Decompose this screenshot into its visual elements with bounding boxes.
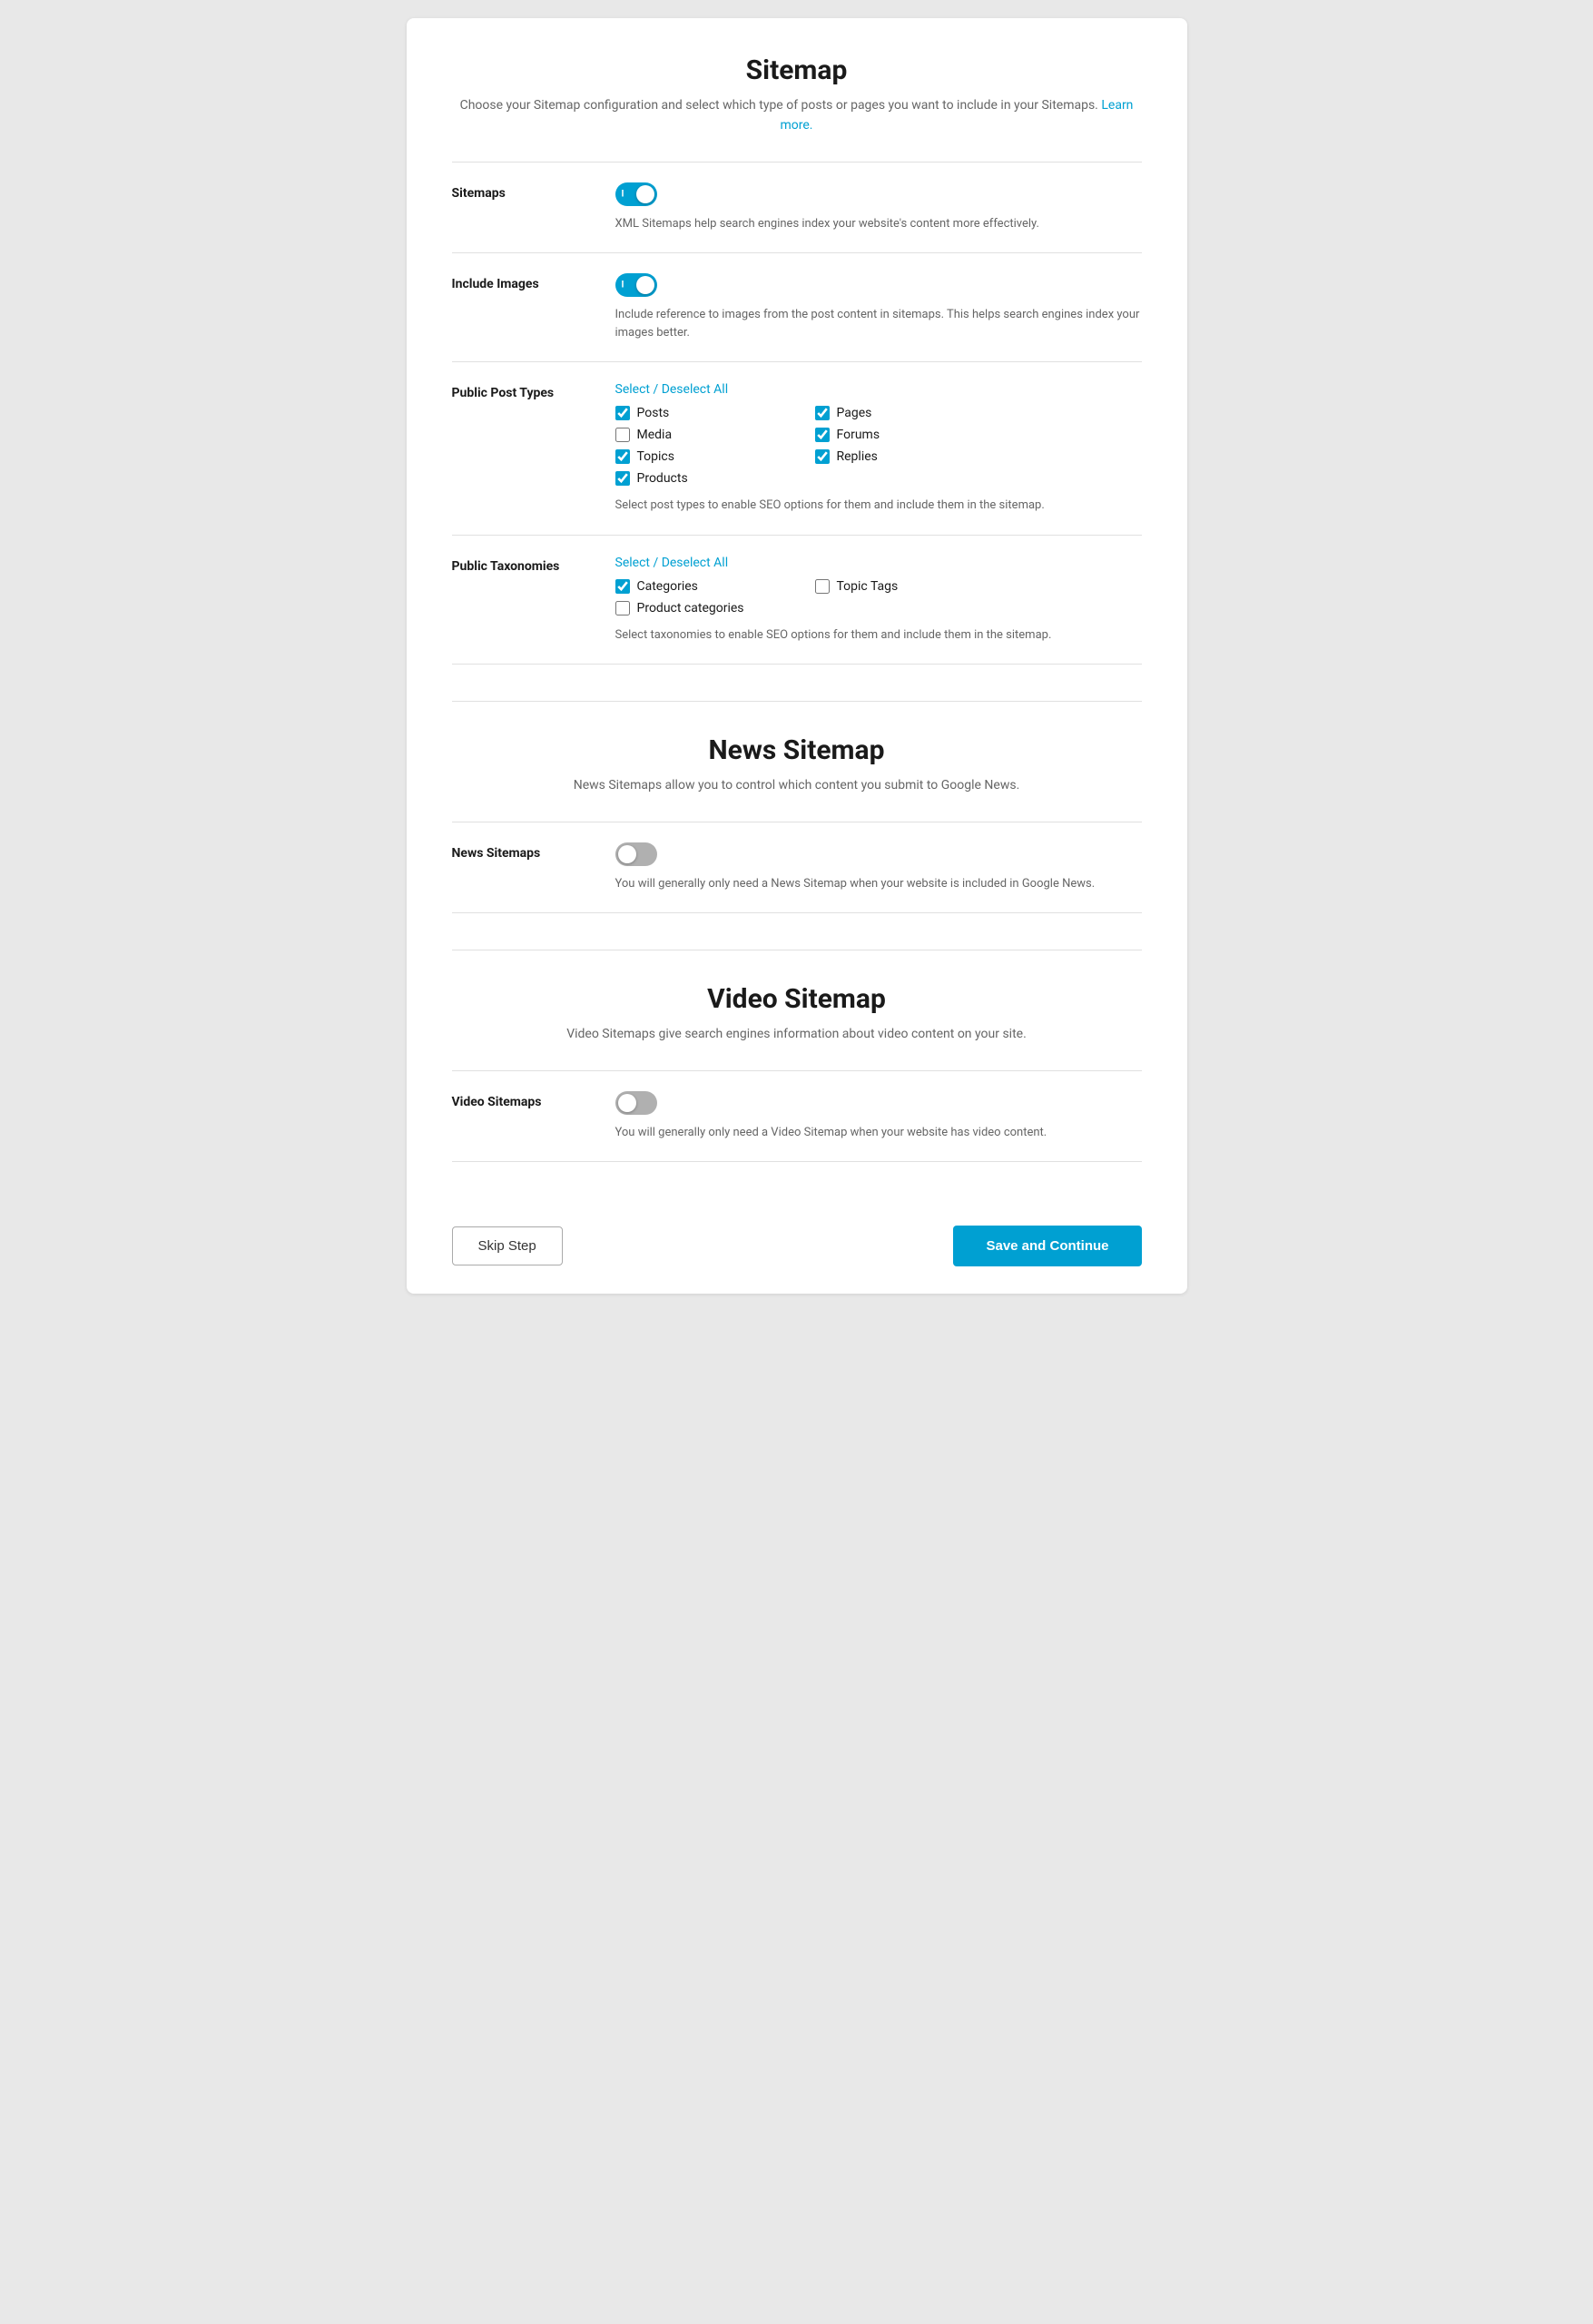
public-post-types-label: Public Post Types <box>452 382 615 400</box>
include-images-toggle-track: I <box>615 273 657 297</box>
sitemap-description: Choose your Sitemap configuration and se… <box>452 95 1142 136</box>
video-sitemaps-toggle[interactable] <box>615 1091 657 1115</box>
post-types-topics[interactable]: Topics <box>615 449 797 464</box>
sitemaps-toggle-icon: I <box>622 189 624 199</box>
post-types-grid: Posts Pages Media Forums <box>615 406 1142 486</box>
save-continue-button[interactable]: Save and Continue <box>953 1226 1141 1266</box>
taxonomies-categories-checkbox[interactable] <box>615 579 630 594</box>
news-sitemaps-toggle[interactable] <box>615 842 657 866</box>
public-taxonomies-content: Select / Deselect All Categories Topic T… <box>615 556 1142 645</box>
news-section-header: News Sitemap News Sitemaps allow you to … <box>452 734 1142 795</box>
sitemaps-content: I XML Sitemaps help search engines index… <box>615 182 1142 233</box>
sitemaps-toggle-thumb <box>636 185 654 203</box>
video-sitemaps-row: Video Sitemaps You will generally only n… <box>452 1071 1142 1163</box>
post-types-replies[interactable]: Replies <box>815 449 997 464</box>
video-sitemap-title: Video Sitemap <box>452 983 1142 1015</box>
post-types-media-checkbox[interactable] <box>615 428 630 442</box>
include-images-toggle-icon: I <box>622 281 624 290</box>
post-types-products[interactable]: Products <box>615 471 797 486</box>
post-types-pages-checkbox[interactable] <box>815 406 830 420</box>
sitemap-section-header: Sitemap Choose your Sitemap configuratio… <box>452 54 1142 136</box>
sitemaps-label: Sitemaps <box>452 182 615 201</box>
sitemaps-toggle-track: I <box>615 182 657 206</box>
sitemaps-row: Sitemaps I XML Sitemaps help search engi… <box>452 162 1142 254</box>
include-images-label: Include Images <box>452 273 615 291</box>
news-sitemaps-toggle-track <box>615 842 657 866</box>
taxonomies-product-categories[interactable]: Product categories <box>615 601 797 615</box>
include-images-toggle-thumb <box>636 276 654 294</box>
video-sitemaps-toggle-thumb <box>618 1094 636 1112</box>
news-sitemaps-content: You will generally only need a News Site… <box>615 842 1142 893</box>
public-post-types-content: Select / Deselect All Posts Pages Media <box>615 382 1142 515</box>
news-sitemaps-label: News Sitemaps <box>452 842 615 861</box>
include-images-description: Include reference to images from the pos… <box>615 306 1142 341</box>
taxonomies-description: Select taxonomies to enable SEO options … <box>615 626 1142 645</box>
footer-bar: Skip Step Save and Continue <box>452 1207 1142 1266</box>
video-sitemap-description: Video Sitemaps give search engines infor… <box>452 1024 1142 1044</box>
post-types-forums-checkbox[interactable] <box>815 428 830 442</box>
page-container: Sitemap Choose your Sitemap configuratio… <box>407 18 1187 1294</box>
taxonomies-product-categories-checkbox[interactable] <box>615 601 630 615</box>
taxonomies-topic-tags[interactable]: Topic Tags <box>815 579 997 594</box>
post-types-select-all[interactable]: Select / Deselect All <box>615 382 1142 397</box>
sitemaps-toggle[interactable]: I <box>615 182 657 206</box>
video-settings: Video Sitemaps You will generally only n… <box>452 1070 1142 1163</box>
news-sitemaps-row: News Sitemaps You will generally only ne… <box>452 822 1142 914</box>
news-sitemap-description: News Sitemaps allow you to control which… <box>452 775 1142 795</box>
post-types-forums[interactable]: Forums <box>815 428 997 442</box>
video-sitemaps-description: You will generally only need a Video Sit… <box>615 1124 1142 1142</box>
post-types-replies-checkbox[interactable] <box>815 449 830 464</box>
post-types-description: Select post types to enable SEO options … <box>615 497 1142 515</box>
post-types-posts[interactable]: Posts <box>615 406 797 420</box>
news-sitemaps-toggle-thumb <box>618 845 636 863</box>
public-post-types-row: Public Post Types Select / Deselect All … <box>452 362 1142 536</box>
news-sitemap-title: News Sitemap <box>452 734 1142 766</box>
video-sitemaps-label: Video Sitemaps <box>452 1091 615 1109</box>
post-types-media[interactable]: Media <box>615 428 797 442</box>
sitemaps-description: XML Sitemaps help search engines index y… <box>615 215 1142 233</box>
skip-step-button[interactable]: Skip Step <box>452 1226 563 1265</box>
include-images-row: Include Images I Include reference to im… <box>452 253 1142 362</box>
public-taxonomies-row: Public Taxonomies Select / Deselect All … <box>452 536 1142 665</box>
video-section-header: Video Sitemap Video Sitemaps give search… <box>452 983 1142 1044</box>
taxonomies-select-all[interactable]: Select / Deselect All <box>615 556 1142 570</box>
public-taxonomies-label: Public Taxonomies <box>452 556 615 574</box>
post-types-products-checkbox[interactable] <box>615 471 630 486</box>
taxonomies-topic-tags-checkbox[interactable] <box>815 579 830 594</box>
sitemap-settings: Sitemaps I XML Sitemaps help search engi… <box>452 162 1142 665</box>
include-images-toggle[interactable]: I <box>615 273 657 297</box>
post-types-pages[interactable]: Pages <box>815 406 997 420</box>
taxonomies-grid: Categories Topic Tags Product categories <box>615 579 1142 615</box>
news-divider <box>452 701 1142 702</box>
post-types-topics-checkbox[interactable] <box>615 449 630 464</box>
news-settings: News Sitemaps You will generally only ne… <box>452 822 1142 914</box>
video-sitemaps-toggle-track <box>615 1091 657 1115</box>
sitemap-title: Sitemap <box>452 54 1142 86</box>
video-sitemaps-content: You will generally only need a Video Sit… <box>615 1091 1142 1142</box>
include-images-content: I Include reference to images from the p… <box>615 273 1142 341</box>
post-types-posts-checkbox[interactable] <box>615 406 630 420</box>
taxonomies-categories[interactable]: Categories <box>615 579 797 594</box>
news-sitemaps-description: You will generally only need a News Site… <box>615 875 1142 893</box>
